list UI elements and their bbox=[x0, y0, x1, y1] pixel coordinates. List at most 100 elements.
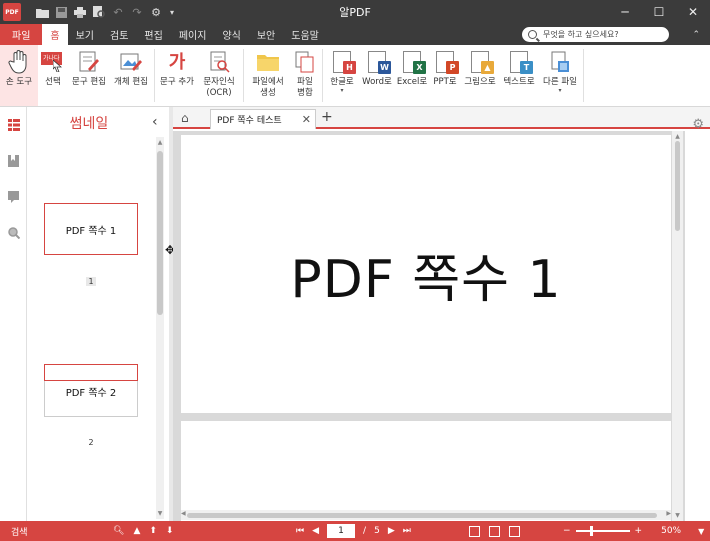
single-page-view-icon[interactable] bbox=[469, 525, 480, 537]
thumbnail-scrollbar[interactable]: ▲ ▼ bbox=[156, 137, 164, 519]
thumbnail-scroll-thumb[interactable] bbox=[157, 151, 163, 315]
current-page-input[interactable]: 1 bbox=[327, 524, 356, 538]
convert-to-hwp-button[interactable]: H 한글로 ▾ bbox=[325, 45, 359, 106]
gear-icon[interactable]: ⚙ bbox=[692, 117, 704, 132]
zoom-level[interactable]: 50% bbox=[661, 526, 681, 536]
menu-security[interactable]: 보안 bbox=[249, 24, 283, 45]
open-folder-icon[interactable] bbox=[35, 5, 49, 19]
next-page-icon[interactable]: ▶ bbox=[388, 526, 395, 536]
ribbon-separator bbox=[243, 49, 244, 102]
previous-page-icon[interactable]: ◀ bbox=[312, 526, 319, 536]
scroll-right-icon[interactable]: ▶ bbox=[666, 510, 671, 517]
print-preview-icon[interactable] bbox=[92, 5, 106, 19]
search-panel-toggle[interactable] bbox=[0, 215, 27, 251]
help-search-input[interactable] bbox=[543, 30, 663, 39]
search-icon bbox=[528, 30, 537, 39]
convert-to-image-button[interactable]: ▲ 그림으로 bbox=[461, 45, 499, 106]
search-panel-icon bbox=[7, 227, 20, 239]
ribbon-separator bbox=[583, 49, 584, 102]
convert-to-other-button[interactable]: 다른 파일 ▾ bbox=[539, 45, 581, 106]
panel-collapse-icon[interactable]: ‹ bbox=[152, 114, 158, 130]
convert-to-excel-button[interactable]: X Excel로 bbox=[395, 45, 429, 106]
convert-to-word-button[interactable]: W Word로 bbox=[359, 45, 395, 106]
document-viewport[interactable]: PDF 쪽수 1 bbox=[173, 131, 685, 521]
undo-icon[interactable]: ↶ bbox=[111, 5, 125, 19]
fit-width-view-icon[interactable] bbox=[509, 525, 520, 537]
zoom-in-button[interactable]: + bbox=[635, 526, 643, 536]
menu-file[interactable]: 파일 bbox=[0, 24, 43, 45]
scroll-up-icon[interactable]: ▲ bbox=[672, 133, 683, 140]
redo-icon[interactable]: ↷ bbox=[130, 5, 144, 19]
zoom-slider-knob[interactable] bbox=[589, 526, 593, 536]
comment-panel-toggle[interactable] bbox=[0, 179, 27, 215]
first-page-icon[interactable]: ⏮ bbox=[296, 526, 304, 536]
to-ppt-icon: P bbox=[433, 50, 459, 74]
minimize-button[interactable]: ─ bbox=[608, 0, 642, 24]
last-page-icon[interactable]: ⏭ bbox=[403, 526, 411, 536]
scroll-left-icon[interactable]: ◀ bbox=[181, 510, 186, 517]
menu-page[interactable]: 페이지 bbox=[171, 24, 215, 45]
thumbnail-page-2[interactable]: PDF 쪽수 2 bbox=[44, 364, 138, 417]
zoom-out-button[interactable]: − bbox=[563, 526, 571, 536]
menu-review[interactable]: 검토 bbox=[102, 24, 136, 45]
scroll-down-icon[interactable]: ▼ bbox=[672, 512, 683, 519]
hand-tool-button[interactable]: 손 도구 bbox=[0, 45, 38, 106]
menu-home[interactable]: 홈 bbox=[42, 24, 68, 45]
title-bar: PDF ↶ ↷ ⚙ ▾ 알PDF ─ ☐ ✕ bbox=[0, 0, 710, 24]
to-other-file-icon bbox=[548, 50, 572, 74]
thumbnail-page-1[interactable]: PDF 쪽수 1 bbox=[44, 203, 138, 255]
zoom-slider[interactable] bbox=[575, 526, 630, 536]
add-tab-button[interactable]: + bbox=[321, 109, 333, 125]
thumbnails-icon bbox=[7, 119, 20, 131]
menu-form[interactable]: 양식 bbox=[214, 24, 248, 45]
horizontal-scroll-thumb[interactable] bbox=[187, 513, 657, 518]
maximize-button[interactable]: ☐ bbox=[642, 0, 676, 24]
vertical-scrollbar[interactable]: ▲ ▼ bbox=[672, 131, 683, 521]
select-button[interactable]: 가나다 선택 bbox=[38, 45, 68, 106]
view-mode-group bbox=[469, 525, 520, 537]
print-icon[interactable] bbox=[73, 5, 87, 19]
app-logo-icon: PDF bbox=[3, 3, 21, 21]
merge-files-button[interactable]: 파일 병합 bbox=[290, 45, 320, 106]
fit-page-view-icon[interactable] bbox=[489, 525, 500, 537]
text-edit-icon bbox=[77, 50, 101, 74]
create-from-file-button[interactable]: 파일에서 생성 bbox=[246, 45, 290, 106]
find-previous-icon[interactable]: ▲ bbox=[133, 526, 140, 536]
find-icon[interactable]: 🔍︎ bbox=[113, 526, 124, 536]
find-up-icon[interactable]: ⬆ bbox=[149, 526, 157, 536]
to-text-icon: T bbox=[507, 50, 533, 74]
bookmark-icon bbox=[8, 155, 19, 167]
bookmark-panel-toggle[interactable] bbox=[0, 143, 27, 179]
save-icon[interactable] bbox=[54, 5, 68, 19]
status-search-label[interactable]: 검색 bbox=[11, 525, 28, 538]
add-text-icon: 가 bbox=[168, 51, 186, 73]
settings-icon[interactable]: ⚙ bbox=[149, 5, 163, 19]
tab-pdf-document[interactable]: PDF 쪽수 테스트 ✕ bbox=[210, 109, 316, 129]
dropdown-icon[interactable]: ▾ bbox=[168, 5, 176, 19]
convert-to-ppt-button[interactable]: P PPT로 bbox=[429, 45, 461, 106]
side-panel-strip bbox=[0, 107, 27, 521]
thumbnail-panel-toggle[interactable] bbox=[0, 107, 27, 143]
thumbnail-viewport-indicator bbox=[44, 364, 138, 381]
convert-to-text-button[interactable]: T 텍스트로 bbox=[499, 45, 539, 106]
help-search[interactable] bbox=[522, 27, 669, 42]
add-text-button[interactable]: 가 문구 추가 bbox=[157, 45, 197, 106]
ribbon-collapse-icon[interactable]: ⌃ bbox=[692, 24, 700, 45]
scroll-up-icon[interactable]: ▲ bbox=[156, 139, 164, 146]
object-edit-button[interactable]: 개체 편집 bbox=[110, 45, 152, 106]
menu-help[interactable]: 도움말 bbox=[283, 24, 327, 45]
horizontal-scrollbar[interactable]: ◀ ▶ bbox=[181, 510, 671, 520]
close-button[interactable]: ✕ bbox=[676, 0, 710, 24]
quick-access-toolbar: ↶ ↷ ⚙ ▾ bbox=[35, 5, 176, 19]
find-down-icon[interactable]: ⬇ bbox=[166, 526, 174, 536]
scroll-down-icon[interactable]: ▼ bbox=[156, 510, 164, 517]
menu-view[interactable]: 보기 bbox=[68, 24, 102, 45]
close-tab-icon[interactable]: ✕ bbox=[302, 113, 311, 126]
home-tab-icon[interactable]: ⌂ bbox=[181, 111, 189, 125]
menu-edit[interactable]: 편집 bbox=[136, 24, 170, 45]
text-edit-button[interactable]: 문구 편집 bbox=[68, 45, 110, 106]
zoom-dropdown-icon[interactable]: ▼ bbox=[698, 527, 704, 536]
vertical-scroll-thumb[interactable] bbox=[675, 141, 680, 231]
object-edit-icon bbox=[119, 50, 143, 74]
ocr-button[interactable]: 문자인식 (OCR) bbox=[197, 45, 241, 106]
